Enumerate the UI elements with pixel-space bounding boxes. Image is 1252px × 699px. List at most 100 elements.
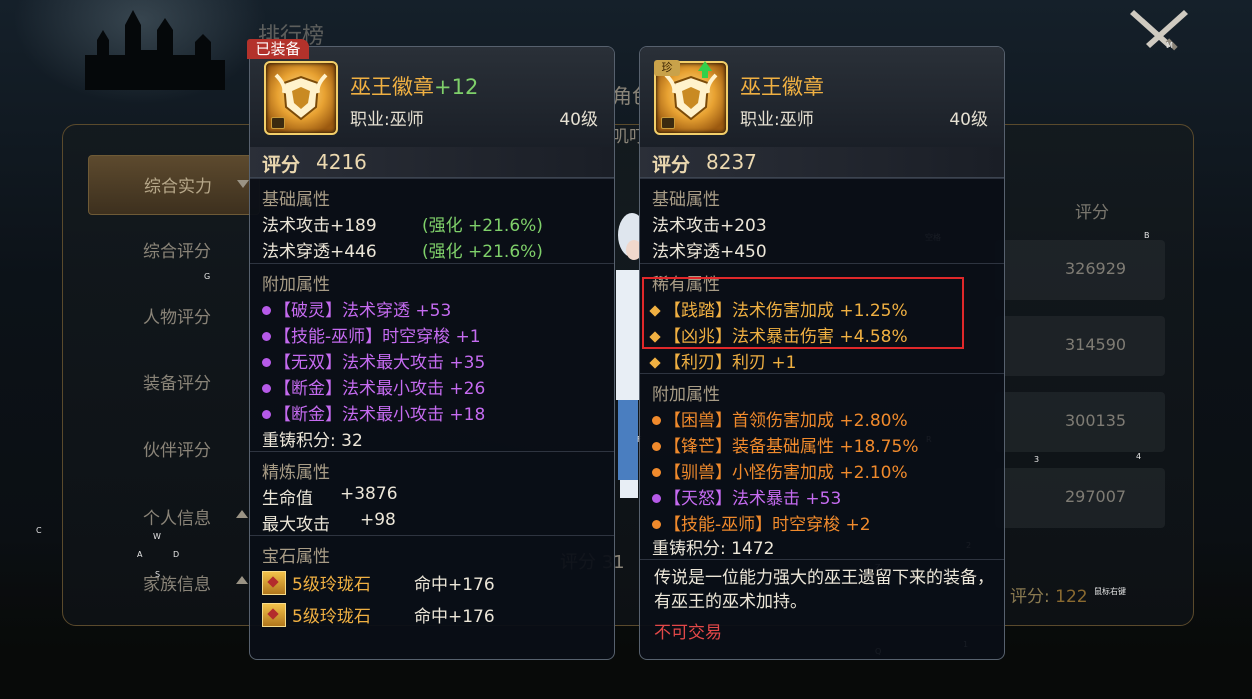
attribute-line: 【锋芒】装备基础属性 +18.75% [652,432,918,457]
score-label: 评分 [262,154,301,176]
attribute-line: 【断金】法术最小攻击 +18 [262,400,485,425]
attribute-line: 法术攻击+203 [652,216,767,236]
hotkey-label: G [204,272,211,281]
sidebar-item-label: 综合实力 [144,177,212,197]
highlight-box [642,277,964,349]
row-score: 314590 [1065,335,1127,354]
sidebar-item-label: 综合评分 [143,242,211,262]
tooltip-header: 巫王徽章+12 职业:巫师 40级 [250,47,614,147]
section-title: 附加属性 [652,385,720,405]
hotkey-label: 4 [1136,452,1142,461]
attribute-line: 【驯兽】小怪伤害加成 +2.10% [652,458,908,483]
table-row[interactable]: 326929 [995,240,1165,300]
attribute-line: 最大攻击 +98 [262,510,396,535]
row-score: 300135 [1065,411,1127,430]
enhance-level: +12 [434,75,479,99]
item-class: 职业:巫师 [350,110,424,130]
base-attributes: 基础属性 法术攻击+203 法术穿透+450 [640,178,1004,264]
chevron-up-icon [236,576,248,584]
item-name: 巫王徽章 [740,75,824,99]
section-title: 宝石属性 [262,547,330,567]
item-level: 40级 [949,110,988,130]
hotkey-label: C [36,526,42,535]
attribute-line: 【技能-巫师】时空穿梭 +1 [262,322,481,347]
item-description: 传说是一位能力强大的巫王遗留下来的装备，有巫王的巫术加持。 [654,568,994,612]
refine-attributes: 精炼属性 生命值 +3876 最大攻击 +98 [250,451,614,536]
section-title: 基础属性 [652,190,720,210]
item-name: 巫王徽章+12 [350,75,479,99]
lock-icon [271,117,285,129]
close-swords-icon[interactable] [1128,6,1190,54]
attribute-line: 【无双】法术最大攻击 +35 [262,348,485,373]
item-level: 40级 [559,110,598,130]
item-description-section: 传说是一位能力强大的巫王遗留下来的装备，有巫王的巫术加持。 不可交易 [640,559,1004,659]
item-score: 评分 4216 [250,147,614,178]
my-score-label: 评分: [1010,587,1050,607]
extra-attributes: 附加属性 【破灵】法术穿透 +53 【技能-巫师】时空穿梭 +1 【无双】法术最… [250,263,614,460]
score-value: 4216 [316,150,367,174]
base-attributes: 基础属性 法术攻击+189 (强化 +21.6%) 法术穿透+446 (强化 +21… [250,178,614,264]
sidebar-item-character-score[interactable]: 人物评分 [88,287,258,345]
tooltip-header: 珍 巫王徽章 职业:巫师 40级 [640,47,1004,147]
section-title: 基础属性 [262,190,330,210]
hotkey-label: D [173,550,180,559]
table-row[interactable]: 300135 [995,392,1165,452]
equipped-item-tooltip: 巫王徽章+12 职业:巫师 40级 评分 4216 基础属性 法术攻击+189(… [249,46,615,660]
gem-line: 5级玲珑石 命中+176 [262,570,495,595]
attribute-line: 法术攻击+189 (强化 +21.6%) [262,216,543,236]
hotkey-label: M [1166,41,1173,50]
upgrade-arrow-icon [698,61,712,78]
chevron-up-icon [236,510,248,518]
sidebar-item-label: 伙伴评分 [143,441,211,461]
gem-line: 5级玲珑石 命中+176 [262,602,495,627]
table-row[interactable]: 314590 [995,316,1165,376]
my-score: 评分: 122 [1010,582,1088,607]
attribute-line: 法术穿透+446 (强化 +21.6%) [262,242,543,262]
sidebar-item-overall-strength[interactable]: 综合实力 [88,155,260,215]
sidebar-item-label: 家族信息 [143,575,211,595]
attribute-line: 生命值 +3876 [262,484,398,509]
rare-tag: 珍 [654,60,680,76]
castle-silhouette-icon [85,10,225,90]
item-score: 评分 8237 [640,147,1004,178]
hotkey-label: 3 [1034,455,1040,464]
sidebar-item-label: 人物评分 [143,308,211,328]
compare-item-tooltip: 珍 巫王徽章 职业:巫师 40级 评分 8237 基础属性 法术攻击+203 法… [639,46,1005,660]
sidebar-item-family-info[interactable]: 家族信息 [88,554,258,612]
recast-points: 重铸积分: 1472 [652,539,775,559]
hotkey-label: B [1144,231,1150,240]
extra-attributes: 附加属性 【困兽】首领伤害加成 +2.80% 【锋芒】装备基础属性 +18.75… [640,373,1004,560]
my-score-value: 122 [1055,587,1088,607]
score-column-header: 评分 [1075,203,1109,223]
badge-item-icon [264,61,338,135]
row-score: 297007 [1065,487,1127,506]
table-row[interactable]: 297007 [995,468,1165,528]
row-score: 326929 [1065,259,1127,278]
sidebar-item-overall-score[interactable]: 综合评分 [88,221,258,279]
section-title: 精炼属性 [262,463,330,483]
attribute-line: 法术穿透+450 [652,242,767,262]
sidebar-item-partner-score[interactable]: 伙伴评分 [88,420,258,478]
trade-status: 不可交易 [654,623,722,643]
gem-icon [262,603,286,627]
attribute-line: 【天怒】法术暴击 +53 [652,484,841,509]
attribute-line: 【困兽】首领伤害加成 +2.80% [652,406,908,431]
attribute-line: 【断金】法术最小攻击 +26 [262,374,485,399]
sidebar-item-personal-info[interactable]: 个人信息 [88,488,258,546]
hotkey-label: W [153,532,161,541]
lock-icon [661,117,675,129]
hotkey-label: S [155,570,161,579]
character-model [616,213,640,498]
attribute-line: 【技能-巫师】时空穿梭 +2 [652,510,871,535]
item-class: 职业:巫师 [740,110,814,130]
gem-attributes: 宝石属性 5级玲珑石 命中+176 5级玲珑石 命中+176 [250,535,614,646]
sidebar-item-label: 装备评分 [143,374,211,394]
recast-points: 重铸积分: 32 [262,431,363,451]
score-value: 8237 [706,150,757,174]
sidebar-item-label: 个人信息 [143,509,211,529]
chevron-down-icon [237,180,249,188]
score-label: 评分 [652,154,691,176]
attribute-line: 【破灵】法术穿透 +53 [262,296,451,321]
sidebar-item-equipment-score[interactable]: 装备评分 [88,353,258,411]
hotkey-label: A [137,550,143,559]
